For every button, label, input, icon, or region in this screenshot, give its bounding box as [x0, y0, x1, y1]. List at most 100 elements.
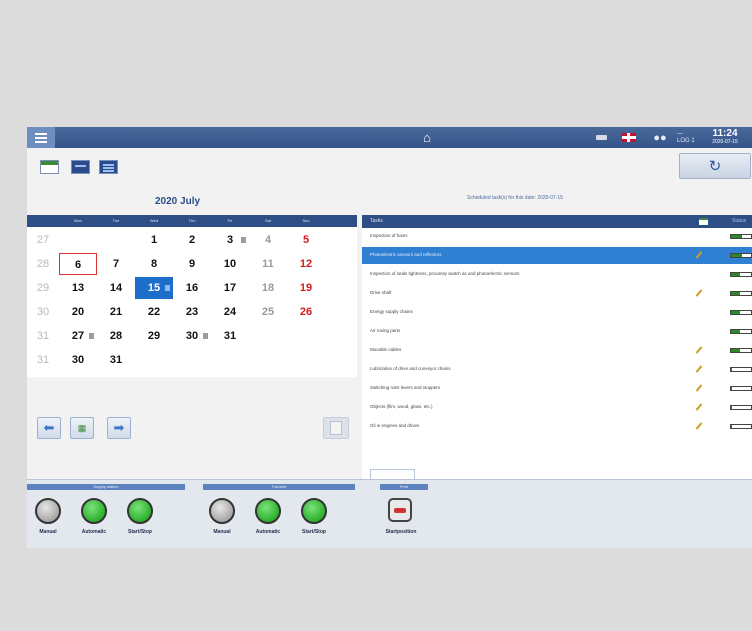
month-view-button[interactable] [40, 160, 59, 174]
list-view-button[interactable] [99, 160, 118, 174]
status-lamp[interactable] [301, 498, 327, 524]
calendar-day[interactable]: 2 [173, 229, 211, 251]
task-progress-bar [730, 386, 752, 391]
task-row[interactable]: Objects (film, wood, glass, etc.) [362, 399, 752, 416]
language-button[interactable] [618, 127, 640, 148]
calendar-day-number: 21 [109, 306, 123, 318]
menu-button[interactable] [27, 127, 55, 148]
calendar-day[interactable]: 11 [249, 253, 287, 275]
calendar-day[interactable]: 29 [135, 325, 173, 347]
task-row[interactable]: Lubrication of drive and conveyor chains [362, 361, 752, 378]
task-progress-bar [730, 367, 752, 372]
today-button[interactable]: ▦ [70, 417, 94, 439]
calendar-day[interactable]: 6 [59, 253, 97, 275]
edit-pencil-icon[interactable] [695, 365, 703, 373]
week-number: 27 [36, 234, 50, 246]
calendar-day[interactable]: 26 [287, 301, 325, 323]
task-row[interactable]: Drive shaft [362, 285, 752, 302]
lamp-label: Automatic [255, 529, 281, 535]
calendar-day[interactable]: 9 [173, 253, 211, 275]
task-progress-fill [731, 292, 740, 295]
calendar-day[interactable]: 27 [59, 325, 97, 347]
weekday-header: Wed [149, 218, 159, 223]
task-row[interactable]: Air roving parts [362, 323, 752, 340]
calendar-day[interactable]: 30 [59, 349, 97, 371]
refresh-button[interactable]: ↻ [679, 153, 751, 179]
home-button[interactable]: ⌂ [415, 127, 439, 148]
calendar-day[interactable]: 24 [211, 301, 249, 323]
calendar-day[interactable]: 7 [97, 253, 135, 275]
calendar-day[interactable]: 16 [173, 277, 211, 299]
edit-pencil-icon[interactable] [695, 422, 703, 430]
calendar-day-number: 4 [264, 234, 272, 246]
weekday-header: Thu [188, 218, 196, 223]
calendar-day[interactable]: 25 [249, 301, 287, 323]
status-indicator[interactable] [592, 127, 610, 148]
calendar-day[interactable]: 22 [135, 301, 173, 323]
users-button[interactable]: ●● [649, 127, 671, 148]
calendar-day[interactable]: 18 [249, 277, 287, 299]
calendar-day[interactable]: 3 [211, 229, 249, 251]
calendar-day[interactable]: 19 [287, 277, 325, 299]
calendar-day[interactable]: 12 [287, 253, 325, 275]
task-name: Inspection of fuses [370, 233, 408, 238]
week-number: 31 [36, 330, 50, 342]
calendar-day[interactable]: 1 [135, 229, 173, 251]
export-button[interactable] [323, 417, 349, 439]
calendar-day[interactable]: 14 [97, 277, 135, 299]
top-bar: ⌂ ●● — LOG 1 11:24 2020-07-15 [27, 127, 752, 148]
task-name: Objects (film, wood, glass, etc.) [370, 404, 433, 409]
calendar-day[interactable]: 15 [135, 277, 173, 299]
week-view-button[interactable] [71, 160, 90, 174]
calendar-day[interactable]: 5 [287, 229, 325, 251]
weekday-header: Tue [112, 218, 120, 223]
user-level: — LOG 1 [677, 127, 695, 148]
status-lamp[interactable] [209, 498, 235, 524]
task-name: Movable cables [370, 347, 402, 352]
task-name: Lubrication of drive and conveyor chains [370, 366, 451, 371]
calendar-day[interactable]: 10 [211, 253, 249, 275]
task-row[interactable]: Oil in engines and drives [362, 418, 752, 435]
edit-pencil-icon[interactable] [695, 403, 703, 411]
refresh-icon: ↻ [708, 158, 722, 175]
calendar-day[interactable]: 13 [59, 277, 97, 299]
edit-pencil-icon[interactable] [695, 346, 703, 354]
status-lamp[interactable] [127, 498, 153, 524]
calendar-day[interactable]: 21 [97, 301, 135, 323]
start-position-button[interactable] [388, 498, 412, 522]
control-group-label: Supply station [27, 484, 185, 490]
machine-control-bar: Supply station Manual Automatic Start/Stop T… [27, 479, 752, 548]
weekday-header: Sun [302, 218, 310, 223]
lamp-label: Start/Stop [302, 529, 326, 535]
task-row[interactable]: Switching ruler levers and stoppers [362, 380, 752, 397]
edit-pencil-icon[interactable] [695, 384, 703, 392]
previous-month-button[interactable]: ⬅ [37, 417, 61, 439]
status-lamp[interactable] [255, 498, 281, 524]
task-row[interactable]: Inspection of fuses [362, 228, 752, 245]
task-header-label: Tasks [370, 218, 383, 224]
calendar-day[interactable]: 20 [59, 301, 97, 323]
calendar-day[interactable]: 31 [97, 349, 135, 371]
status-lamp[interactable] [35, 498, 61, 524]
task-row[interactable]: Inspection of seals tightness, proximity… [362, 266, 752, 283]
task-row[interactable]: Energy supply chains [362, 304, 752, 321]
calendar-day[interactable]: 17 [211, 277, 249, 299]
edit-pencil-icon[interactable] [695, 251, 703, 259]
task-row[interactable]: Photoelectric sensors and reflectors [362, 247, 752, 264]
next-month-button[interactable]: ➡ [107, 417, 131, 439]
calendar-day-number: 16 [185, 282, 199, 294]
calendar-day[interactable]: 8 [135, 253, 173, 275]
calendar-day[interactable]: 28 [97, 325, 135, 347]
status-lamp[interactable] [81, 498, 107, 524]
calendar-day[interactable]: 30 [173, 325, 211, 347]
task-row[interactable]: Movable cables [362, 342, 752, 359]
calendar-day[interactable]: 23 [173, 301, 211, 323]
calendar-day-number: 31 [109, 354, 123, 366]
calendar-day[interactable]: 31 [211, 325, 249, 347]
calendar-day[interactable]: 4 [249, 229, 287, 251]
calendar-day-number: 19 [299, 282, 313, 294]
calendar-day-number: 13 [71, 282, 85, 294]
hamburger-menu-icon [35, 136, 47, 139]
week-number: 29 [36, 282, 50, 294]
edit-pencil-icon[interactable] [695, 289, 703, 297]
